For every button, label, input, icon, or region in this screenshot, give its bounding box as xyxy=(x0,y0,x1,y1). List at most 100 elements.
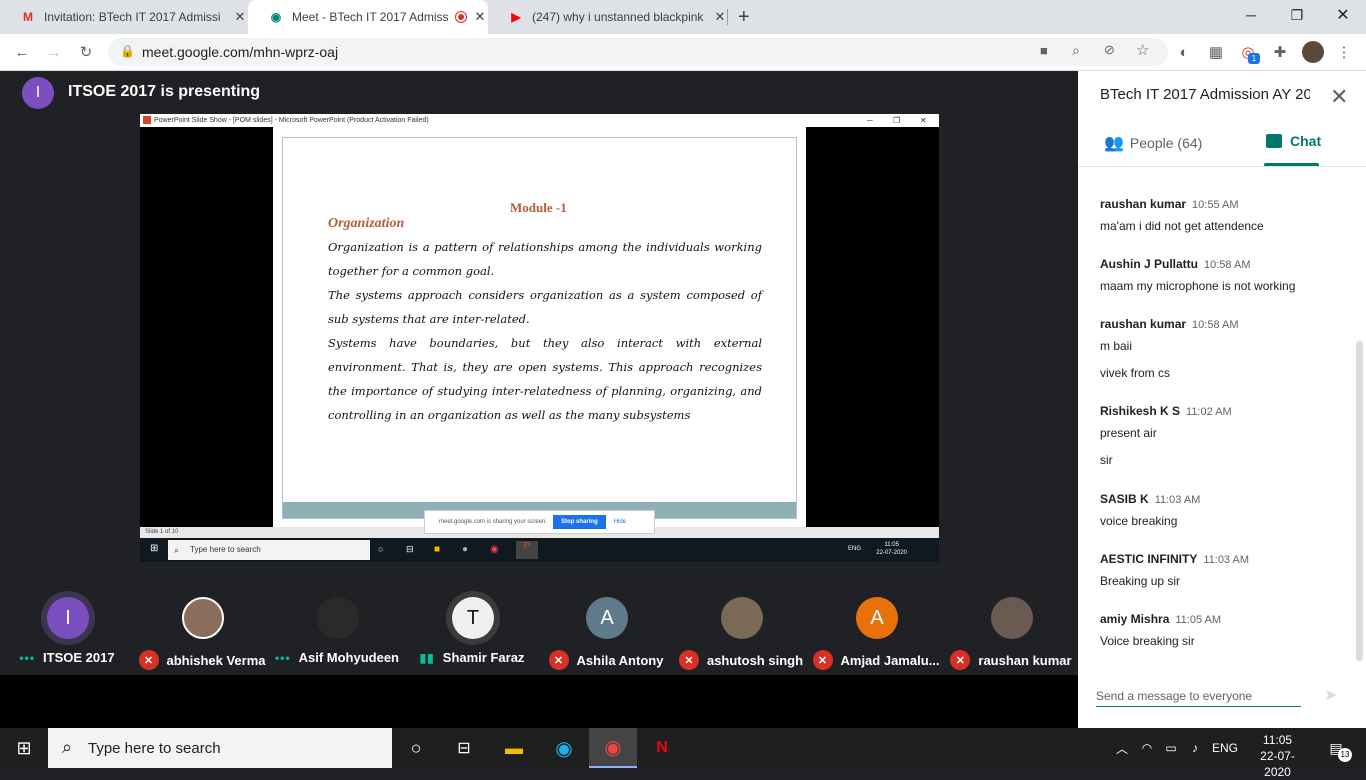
window-close-icon[interactable]: ✕ xyxy=(1320,0,1366,30)
back-icon[interactable]: ← xyxy=(12,42,32,62)
mic-off-icon: ✕ xyxy=(548,650,569,670)
message-time: 11:03 AM xyxy=(1154,494,1201,506)
notification-icon[interactable]: ▤ 13 xyxy=(1316,728,1356,768)
new-tab-icon[interactable]: + xyxy=(738,6,750,29)
participant-tile[interactable]: A ✕ Amjad Jamalu... xyxy=(811,582,941,672)
extension-badge: 1 xyxy=(1248,53,1260,64)
message-sender: raushan kumar xyxy=(1100,317,1187,331)
windows-start-icon: ⊞ xyxy=(150,543,159,554)
search-placeholder: Type here to search xyxy=(88,739,221,757)
task-view-icon: ⊟ xyxy=(406,544,414,554)
chrome-taskbar-icon[interactable]: ◉ xyxy=(589,728,637,768)
powerpoint-icon xyxy=(143,116,151,124)
extension-icon[interactable]: ◐ xyxy=(1174,42,1194,62)
shared-screen: PowerPoint Slide Show - [POM slides] - M… xyxy=(140,114,939,562)
battery-icon[interactable]: ▭ xyxy=(1160,728,1182,768)
profile-avatar[interactable] xyxy=(1302,41,1324,63)
chat-scrollbar[interactable] xyxy=(1356,341,1363,661)
extension-icon[interactable]: ◎ 1 xyxy=(1238,42,1260,64)
tab-meet[interactable]: ◉ Meet - BTech IT 2017 Admiss ✕ xyxy=(248,0,488,34)
close-icon[interactable]: ✕ xyxy=(232,9,248,25)
netflix-icon[interactable]: N xyxy=(638,728,686,768)
cortana-icon[interactable]: ○ xyxy=(392,728,440,768)
close-icon[interactable]: ✕ xyxy=(1330,84,1348,110)
participant-name: abhishek Verma xyxy=(166,652,266,668)
participant-tile[interactable]: T ▮▮ Shamir Faraz xyxy=(407,582,537,672)
audio-level-icon: ••• xyxy=(274,650,291,665)
minimize-icon[interactable]: ─ xyxy=(1228,0,1274,30)
minimize-icon: ─ xyxy=(867,116,873,125)
notification-count: 13 xyxy=(1338,748,1352,762)
tab-gmail[interactable]: M Invitation: BTech IT 2017 Admissi ✕ xyxy=(0,0,248,34)
participant-tile[interactable]: ✕ raushan kumar xyxy=(946,582,1076,672)
avatar xyxy=(721,597,763,639)
participant-tile[interactable]: I ••• ITSOE 2017 xyxy=(2,582,132,672)
search-icon: ⌕ xyxy=(174,545,180,555)
bookmark-star-icon[interactable]: ☆ xyxy=(1136,41,1149,59)
tab-people[interactable]: 👥 People (64) xyxy=(1104,133,1202,153)
wifi-icon[interactable]: ◠ xyxy=(1136,728,1158,768)
close-icon[interactable]: ✕ xyxy=(712,9,728,25)
browser-toolbar: ← → ↻ 🔒 meet.google.com/mhn-wprz-oaj ■ ⌕… xyxy=(0,34,1366,71)
camera-icon[interactable]: ■ xyxy=(1040,43,1048,58)
taskbar-search-box[interactable]: ⌕ Type here to search xyxy=(48,728,392,768)
puzzle-icon[interactable]: ✚ xyxy=(1270,42,1290,62)
participant-name-row: ✕ raushan kumar xyxy=(946,650,1076,670)
slide-paragraph: Organization is a pattern of relationshi… xyxy=(328,240,762,278)
extension-icon[interactable]: ▦ xyxy=(1206,42,1226,62)
task-view-icon[interactable]: ⊟ xyxy=(440,728,488,768)
participant-name: Asif Mohyudeen xyxy=(298,650,399,665)
slide-counter: Slide 1 of 10 xyxy=(145,529,179,535)
file-explorer-icon: ■ xyxy=(434,544,441,555)
avatar: I xyxy=(47,597,89,639)
volume-icon[interactable]: ♪ xyxy=(1184,728,1206,768)
windows-start-button[interactable]: ⊞ xyxy=(0,728,48,768)
participant-tile[interactable]: ••• Asif Mohyudeen xyxy=(272,582,402,672)
chat-icon xyxy=(1266,134,1282,148)
participant-name: Ashila Antony xyxy=(576,652,664,668)
edge-icon[interactable]: ◉ xyxy=(540,728,588,768)
chrome-icon: ◉ xyxy=(490,544,499,555)
url-text: meet.google.com/mhn-wprz-oaj xyxy=(142,44,339,60)
participant-tile[interactable]: ✕ ashutosh singh xyxy=(676,582,806,672)
send-icon[interactable]: ➤ xyxy=(1324,685,1337,705)
message-time: 10:58 AM xyxy=(1192,319,1239,331)
address-bar[interactable]: 🔒 meet.google.com/mhn-wprz-oaj ■ ⌕ ⊘ ☆ xyxy=(108,38,1168,66)
slide-module-title: Module -1 xyxy=(510,200,567,215)
restore-icon[interactable]: ❐ xyxy=(1274,0,1320,30)
message-text: voice breaking xyxy=(1100,514,1178,528)
tab-youtube[interactable]: ▶ (247) why i unstanned blackpink ✕ xyxy=(488,0,728,34)
divider xyxy=(1078,166,1366,167)
message-text: Breaking up sir xyxy=(1100,574,1181,588)
slide-body: Organization is a pattern of relationshi… xyxy=(328,235,762,427)
avatar xyxy=(317,597,359,639)
menu-icon[interactable]: ⋮ xyxy=(1334,42,1354,62)
taskbar-clock[interactable]: 11:05 22-07-2020 xyxy=(1250,732,1305,780)
forward-icon[interactable]: → xyxy=(44,42,64,62)
gmail-icon: M xyxy=(23,10,33,24)
language-indicator[interactable]: ENG xyxy=(1208,728,1242,768)
reload-icon[interactable]: ↻ xyxy=(76,42,96,62)
presenter-title: ITSOE 2017 is presenting xyxy=(68,83,261,100)
message-text: Voice breaking sir xyxy=(1100,634,1195,648)
close-icon[interactable]: ✕ xyxy=(472,9,488,25)
participant-name: Amjad Jamalu... xyxy=(840,652,940,668)
audio-level-icon: ▮▮ xyxy=(419,650,435,665)
meeting-details-panel: BTech IT 2017 Admission AY 202... ✕ 👥 Pe… xyxy=(1078,71,1366,728)
zoom-icon[interactable]: ⌕ xyxy=(1072,42,1080,59)
participant-name: ITSOE 2017 xyxy=(43,650,115,665)
tab-chat[interactable]: Chat xyxy=(1266,133,1321,149)
powerpoint-titlebar: PowerPoint Slide Show - [POM slides] - M… xyxy=(140,114,939,127)
youtube-icon: ▶ xyxy=(511,10,521,24)
participant-tile[interactable]: ✕ abhishek Verma xyxy=(137,582,267,672)
chat-message: Aushin J Pullattu 10:58 AM maam my microp… xyxy=(1100,255,1340,293)
participant-tile[interactable]: A ✕ Ashila Antony xyxy=(541,582,671,672)
show-hidden-icons[interactable]: ︿ xyxy=(1110,728,1134,768)
message-time: 11:02 AM xyxy=(1186,406,1232,418)
file-explorer-icon[interactable]: ▬ xyxy=(490,728,538,768)
slide-paragraph: Systems have boundaries, but they also i… xyxy=(328,336,762,422)
avatar xyxy=(991,597,1033,639)
chat-message-input[interactable]: Send a message to everyone xyxy=(1096,679,1301,707)
mic-off-icon: ✕ xyxy=(138,650,159,670)
tracking-off-icon[interactable]: ⊘ xyxy=(1104,42,1115,58)
